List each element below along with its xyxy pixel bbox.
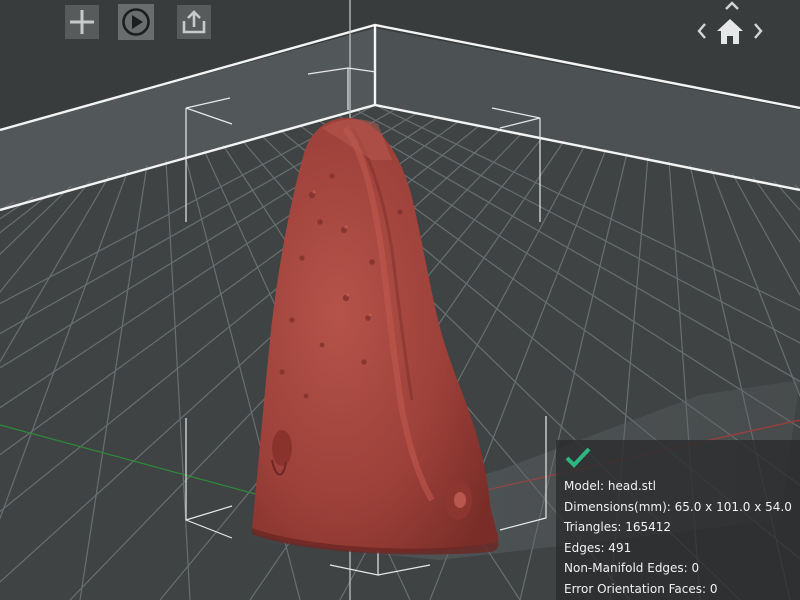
checkmark-icon <box>565 447 591 468</box>
chevron-left-icon <box>697 23 706 39</box>
model-name: Model: head.stl <box>564 479 656 493</box>
model-edges: Edges: 491 <box>564 540 632 555</box>
view-up-button[interactable] <box>722 0 742 12</box>
model-info-panel: Model: head.stl Dimensions(mm): 65.0 x 1… <box>556 440 800 600</box>
slice-play-button[interactable] <box>118 4 154 40</box>
model-triangles: Triangles: 165412 <box>564 520 672 534</box>
model-dimensions: Dimensions(mm): 65.0 x 101.0 x 54.0 <box>564 499 792 514</box>
chevron-up-icon <box>725 1 739 10</box>
view-right-button[interactable] <box>750 20 766 42</box>
model-non-manifold-edges: Non-Manifold Edges: 0 <box>564 561 700 575</box>
add-model-button[interactable] <box>64 4 100 40</box>
export-button[interactable] <box>176 4 212 40</box>
view-home-button[interactable] <box>715 16 745 46</box>
plus-icon <box>65 5 99 39</box>
view-left-button[interactable] <box>694 20 710 42</box>
export-tray-icon <box>177 5 211 39</box>
play-circle-icon <box>118 4 154 40</box>
chevron-right-icon <box>754 23 763 39</box>
home-icon <box>717 19 743 44</box>
model-error-orientation-faces: Error Orientation Faces: 0 <box>564 581 718 596</box>
